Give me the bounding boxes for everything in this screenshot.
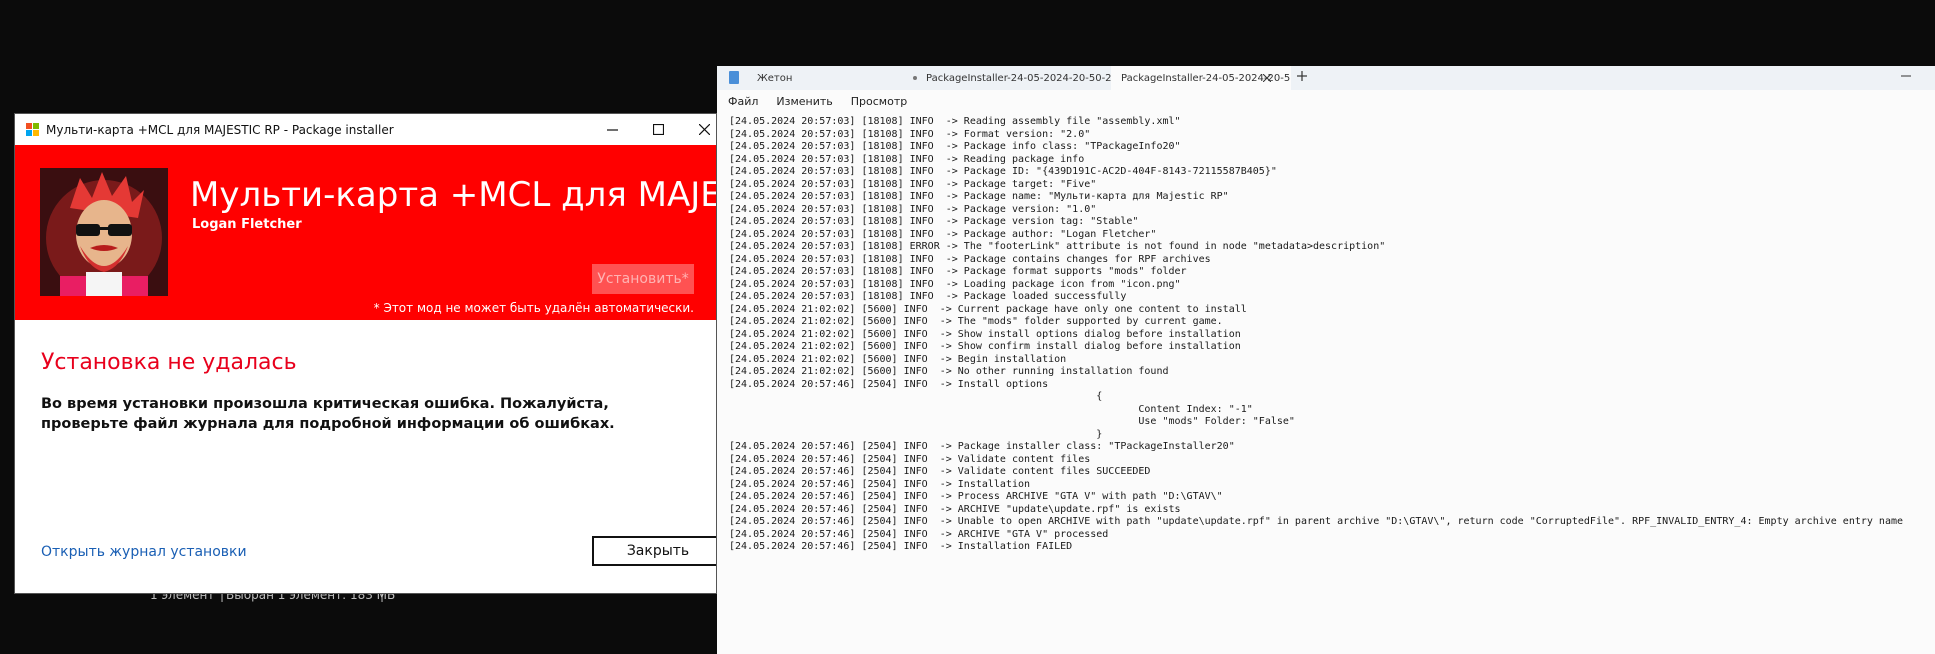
notepad-menu-bar: Файл Изменить Просмотр [717, 90, 1935, 112]
log-line: [24.05.2024 20:57:03] [18108] INFO -> Pa… [729, 291, 1127, 302]
log-line: [24.05.2024 21:02:02] [5600] INFO -> Cur… [729, 303, 1247, 315]
log-line: [24.05.2024 20:57:46] [2504] INFO -> Val… [729, 453, 1091, 465]
mod-avatar [40, 168, 168, 296]
log-line: { [729, 391, 1103, 402]
log-line: [24.05.2024 21:02:02] [5600] INFO -> Beg… [729, 353, 1067, 365]
log-line: [24.05.2024 20:57:03] [18108] INFO -> Re… [729, 116, 1181, 127]
new-tab-button[interactable] [1297, 70, 1307, 85]
install-failed-message: Во время установки произошла критическая… [41, 396, 615, 432]
menu-file[interactable]: Файл [728, 95, 758, 108]
log-line: [24.05.2024 21:02:02] [5600] INFO -> No … [729, 366, 1169, 377]
log-line: [24.05.2024 20:57:03] [18108] INFO -> Pa… [729, 228, 1157, 240]
tab-label: Жетон [757, 72, 793, 84]
installer-titlebar[interactable]: Мульти-карта +MCL для MAJESTIC RP - Pack… [15, 114, 716, 146]
tab-log-2[interactable]: PackageInstaller-24-05-2024-20-5 [1111, 66, 1291, 90]
mod-avatar-image [40, 168, 168, 296]
tab-label: PackageInstaller-24-05-2024-20-50-20-06 [926, 72, 1135, 84]
notepad-window: Жетон PackageInstaller-24-05-2024-20-50-… [717, 66, 1935, 654]
open-install-log-link[interactable]: Открыть журнал установки [41, 544, 247, 560]
minimize-button[interactable] [589, 114, 635, 145]
package-installer-window: Мульти-карта +MCL для MAJESTIC RP - Pack… [15, 114, 716, 593]
mod-title: Мульти-карта +MCL для MAJESTIC RP [190, 175, 716, 215]
minimize-icon [606, 129, 618, 131]
log-line: [24.05.2024 20:57:03] [18108] INFO -> Pa… [729, 166, 1277, 177]
log-line: [24.05.2024 21:02:02] [5600] INFO -> The… [729, 316, 1223, 327]
log-line: Content Index: "-1" [729, 403, 1253, 415]
menu-edit[interactable]: Изменить [776, 95, 832, 108]
log-line: [24.05.2024 20:57:46] [2504] INFO -> Ins… [729, 478, 1031, 490]
maximize-icon [652, 124, 664, 135]
mod-header: Мульти-карта +MCL для MAJESTIC RP Logan … [15, 145, 716, 320]
log-text-area[interactable]: [24.05.2024 20:57:03] [18108] INFO -> Re… [729, 116, 1935, 654]
plus-icon [1297, 71, 1307, 81]
log-line: [24.05.2024 20:57:46] [2504] INFO -> Ins… [729, 378, 1049, 390]
tab-zheton[interactable]: Жетон [757, 66, 887, 90]
log-line: [24.05.2024 20:57:03] [18108] INFO -> Pa… [729, 203, 1097, 215]
close-window-button[interactable] [681, 114, 716, 145]
log-line: [24.05.2024 20:57:46] [2504] INFO -> Una… [729, 516, 1903, 527]
log-line: Use "mods" Folder: "False" [729, 416, 1295, 427]
log-line: [24.05.2024 20:57:03] [18108] INFO -> Pa… [729, 191, 1229, 202]
uninstall-note: * Этот мод не может быть удалён автомати… [373, 301, 694, 315]
log-line: [24.05.2024 20:57:46] [2504] INFO -> Pac… [729, 441, 1235, 452]
tab-close-icon[interactable] [1263, 74, 1271, 82]
log-line: [24.05.2024 20:57:03] [18108] INFO -> Pa… [729, 178, 1097, 190]
mod-author: Logan Fletcher [192, 217, 302, 232]
installer-window-title: Мульти-карта +MCL для MAJESTIC RP - Pack… [46, 122, 394, 137]
log-line: [24.05.2024 20:57:03] [18108] INFO -> Pa… [729, 216, 1139, 227]
log-line: [24.05.2024 20:57:03] [18108] INFO -> Re… [729, 153, 1085, 165]
log-line: [24.05.2024 21:02:02] [5600] INFO -> Sho… [729, 328, 1241, 340]
log-line: [24.05.2024 20:57:03] [18108] INFO -> Pa… [729, 266, 1187, 277]
log-line: [24.05.2024 20:57:46] [2504] INFO -> ARC… [729, 528, 1109, 540]
maximize-button[interactable] [635, 114, 681, 145]
log-line: [24.05.2024 20:57:03] [18108] INFO -> Pa… [729, 141, 1181, 152]
tab-unsaved-dot-icon [913, 76, 917, 80]
log-line: [24.05.2024 20:57:03] [18108] ERROR -> T… [729, 241, 1386, 252]
log-line: [24.05.2024 20:57:46] [2504] INFO -> Val… [729, 466, 1151, 477]
close-button[interactable]: Закрыть [592, 536, 716, 566]
log-line: [24.05.2024 21:02:02] [5600] INFO -> Sho… [729, 341, 1241, 352]
install-button[interactable]: Установить* [592, 264, 694, 294]
notepad-tab-bar: Жетон PackageInstaller-24-05-2024-20-50-… [717, 66, 1935, 90]
log-line: [24.05.2024 20:57:03] [18108] INFO -> Pa… [729, 253, 1211, 265]
log-line: [24.05.2024 20:57:03] [18108] INFO -> Lo… [729, 278, 1181, 290]
log-line: [24.05.2024 20:57:46] [2504] INFO -> Pro… [729, 491, 1223, 502]
log-line: } [729, 428, 1103, 440]
tab-log-1[interactable]: PackageInstaller-24-05-2024-20-50-20-06 [926, 66, 1134, 90]
install-failed-title: Установка не удалась [41, 350, 297, 375]
menu-view[interactable]: Просмотр [851, 95, 907, 108]
notepad-minimize-button[interactable] [1901, 71, 1911, 84]
log-line: [24.05.2024 20:57:46] [2504] INFO -> ARC… [729, 503, 1181, 515]
log-line: [24.05.2024 20:57:03] [18108] INFO -> Fo… [729, 128, 1091, 140]
minimize-icon [1901, 75, 1911, 77]
close-icon [698, 124, 710, 135]
log-line: [24.05.2024 20:57:46] [2504] INFO -> Ins… [729, 541, 1073, 552]
notepad-app-icon [729, 71, 739, 84]
app-logo-icon [26, 122, 40, 137]
